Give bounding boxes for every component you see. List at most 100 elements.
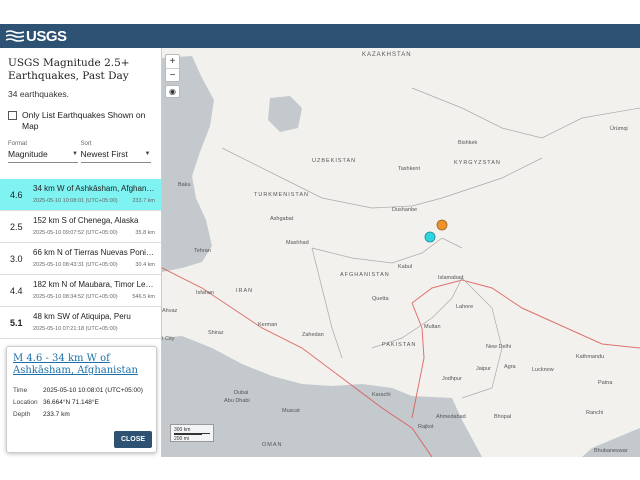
map-label-kerman: Kerman (258, 322, 277, 328)
map-scale-bar: 300 km 200 mi (170, 424, 214, 442)
popup-location-value: 36.664°N 71.148°E (43, 399, 99, 406)
popup-location-label: Location (13, 399, 38, 406)
earthquake-list: 4.6 34 km W of Ashkāsham, Afghanistan 20… (0, 179, 161, 339)
map-label-muscat: Muscat (282, 408, 300, 414)
zoom-control: + − (165, 54, 180, 82)
scale-mi: 200 mi (174, 434, 202, 442)
map-label-oman: OMAN (262, 442, 283, 448)
map-label-agra: Agra (504, 364, 517, 370)
earthquake-time: 2025-05-10 10:08:01 (UTC+05:00) (33, 198, 118, 204)
earthquake-place: 66 km N of Tierras Nuevas Poniente, Puer… (33, 248, 155, 257)
map-label-tehran: Tehran (194, 248, 211, 254)
map-label-quetta: Quetta (372, 296, 389, 302)
brand-text: USGS (26, 27, 67, 45)
border-line (221, 147, 543, 209)
map-label-dubai: Dubai (234, 390, 248, 396)
earthquake-time: 2025-05-10 09:07:52 (UTC+05:00) (33, 230, 118, 236)
border-line (411, 87, 640, 139)
map-label-kyrgyzstan: KYRGYZSTAN (454, 160, 501, 166)
earthquake-item[interactable]: 4.4 182 km N of Maubara, Timor Leste 202… (0, 275, 161, 307)
map-label-tashkent: Tashkent (398, 166, 420, 172)
earthquake-magnitude: 5.1 (10, 318, 23, 328)
earthquake-item[interactable]: 3.0 66 km N of Tierras Nuevas Poniente, … (0, 243, 161, 275)
map-label-islamabad: Islamabad (438, 275, 463, 281)
earthquake-item[interactable]: 5.1 48 km SW of Atiquipa, Peru 2025-05-1… (0, 307, 161, 339)
map-label-jodhpur: Jodhpur (442, 376, 462, 382)
earthquake-depth: 546.5 km (132, 294, 155, 300)
only-map-label: Only List Earthquakes Shown on Map (22, 110, 146, 131)
format-value: Magnitude (8, 149, 48, 159)
earthquake-marker-selected (424, 231, 436, 243)
close-button[interactable]: CLOSE (114, 431, 152, 448)
map-label-ashgabat: Ashgabat (270, 216, 294, 222)
earthquake-magnitude: 4.6 (10, 190, 23, 200)
popup-depth-value: 233.7 km (43, 411, 70, 418)
map-label-zahedan: Zahedan (302, 332, 324, 338)
map-label-iran: IRAN (236, 288, 253, 294)
map-label-jaipur: Jaipur (476, 366, 491, 372)
map-label-patna: Patna (598, 380, 613, 386)
zoom-out-button[interactable]: − (166, 68, 179, 81)
earthquake-place: 34 km W of Ashkāsham, Afghanistan (33, 184, 155, 193)
earthquake-depth: 30.4 km (135, 262, 155, 268)
earthquake-magnitude: 4.4 (10, 286, 23, 296)
map-canvas: KAZAKHSTAN UZBEKISTAN TURKMENISTAN KYRGY… (162, 52, 640, 457)
zoom-in-button[interactable]: + (166, 55, 179, 68)
only-map-checkbox[interactable] (8, 111, 17, 120)
map-label-bhopal: Bhopal (494, 414, 511, 420)
map-label-ranchi: Ranchi (586, 410, 603, 416)
border-line (311, 237, 463, 264)
map-label-urumqi: Ürümqi (610, 125, 628, 132)
popup-time-value: 2025-05-10 10:08:01 (UTC+05:00) (43, 387, 143, 394)
popup-depth-row: Depth 233.7 km (13, 409, 150, 421)
format-select[interactable]: Magnitude ▼ (8, 147, 78, 163)
map-label-baku: Baku (178, 182, 191, 188)
map-label-rajkot: Rajkot (418, 424, 434, 430)
map-label-shiraz: Shiraz (208, 330, 224, 336)
earthquake-count: 34 earthquakes. (8, 89, 69, 99)
border-line (311, 247, 343, 359)
earthquake-place: 48 km SW of Atiquipa, Peru (33, 312, 131, 321)
map-label-multan: Multan (424, 324, 441, 330)
map-label-kathmandu: Kathmandu (576, 354, 604, 360)
sort-select[interactable]: Newest First ▼ (80, 147, 151, 163)
popup-title-link[interactable]: M 4.6 - 34 km W of Ashkāsham, Afghanista… (7, 347, 156, 377)
popup-location-row: Location 36.664°N 71.148°E (13, 397, 150, 409)
map-label-lucknow: Lucknow (532, 367, 554, 373)
popup-time-label: Time (13, 387, 28, 394)
earthquake-time: 2025-05-10 08:34:52 (UTC+05:00) (33, 294, 118, 300)
usgs-logo[interactable]: USGS (6, 27, 67, 45)
earthquake-item[interactable]: 4.6 34 km W of Ashkāsham, Afghanistan 20… (0, 179, 161, 211)
chevron-down-icon: ▼ (144, 151, 151, 157)
map-label-mashhad: Mashhad (286, 240, 309, 246)
only-map-option[interactable]: Only List Earthquakes Shown on Map (0, 99, 161, 132)
map-label-kazakhstan: KAZAKHSTAN (362, 52, 412, 58)
sort-value: Newest First (80, 149, 128, 159)
map-label-kabul: Kabul (398, 264, 412, 270)
popup-time-row: Time 2025-05-10 10:08:01 (UTC+05:00) (13, 385, 150, 397)
aral-sea (268, 96, 302, 132)
earthquake-magnitude: 2.5 (10, 222, 23, 232)
earthquake-place: 182 km N of Maubara, Timor Leste (33, 280, 155, 289)
page-title: USGS Magnitude 2.5+ Earthquakes, Past Da… (8, 57, 130, 82)
usgs-wave-icon (6, 30, 24, 42)
earthquake-item[interactable]: 2.5 152 km S of Chenega, Alaska 2025-05-… (0, 211, 161, 243)
map-label-bhubaneswar: Bhubaneswar (594, 448, 628, 454)
app-header (0, 24, 640, 48)
map-label-ahmedabad: Ahmedabad (436, 414, 466, 420)
border-line (371, 277, 463, 349)
map-label-karachi: Karachi (372, 392, 391, 398)
globe-icon[interactable]: ◉ (165, 85, 180, 98)
scale-km: 300 km (174, 426, 210, 434)
map-label-abu-dhabi: Abu Dhabi (224, 398, 250, 404)
browser-top-area (0, 0, 640, 24)
earthquake-map[interactable]: KAZAKHSTAN UZBEKISTAN TURKMENISTAN KYRGY… (162, 48, 640, 457)
map-label-ahvaz: Ahvaz (162, 308, 178, 314)
earthquake-popup: M 4.6 - 34 km W of Ashkāsham, Afghanista… (6, 346, 157, 453)
border-line (461, 277, 503, 399)
map-label-isfahan: Isfahan (196, 290, 214, 296)
earthquake-place: 152 km S of Chenega, Alaska (33, 216, 139, 225)
map-label-turkmenistan: TURKMENISTAN (254, 192, 309, 198)
earthquake-depth: 35.8 km (135, 230, 155, 236)
map-label-lahore: Lahore (456, 304, 473, 310)
